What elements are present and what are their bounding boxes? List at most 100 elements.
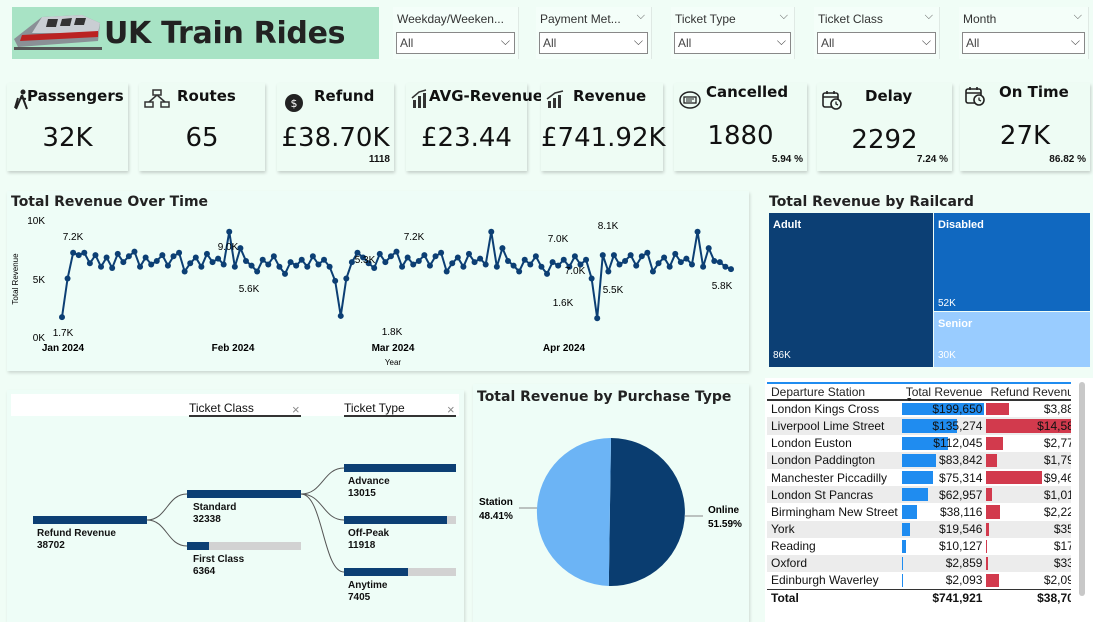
series-point[interactable] <box>382 259 389 266</box>
series-point[interactable] <box>192 254 199 261</box>
series-point[interactable] <box>109 264 116 271</box>
series-point[interactable] <box>505 257 511 264</box>
series-point[interactable] <box>521 256 528 263</box>
slicer-dropdown[interactable]: All ⌵ <box>962 32 1085 54</box>
series-point[interactable] <box>125 253 132 260</box>
series-point[interactable] <box>415 257 422 264</box>
table-scrollbar[interactable] <box>1079 382 1085 596</box>
series-point[interactable] <box>443 268 450 275</box>
table-row[interactable]: Edinburgh Waverley $2,093 $2,093 <box>767 572 1071 590</box>
series-point[interactable] <box>142 254 149 261</box>
series-point[interactable] <box>176 249 183 256</box>
table-row[interactable]: London St Pancras $62,957 $1,016 <box>767 486 1071 504</box>
series-point[interactable] <box>187 260 194 267</box>
series-point[interactable] <box>248 262 255 269</box>
series-point[interactable] <box>404 254 411 261</box>
series-point[interactable] <box>209 259 216 266</box>
series-point[interactable] <box>493 263 500 270</box>
series-point[interactable] <box>393 248 400 255</box>
column-header[interactable]: Refund Revenue <box>986 382 1071 402</box>
series-point[interactable] <box>649 268 656 275</box>
series-point[interactable] <box>231 263 238 270</box>
series-point[interactable] <box>549 259 556 266</box>
slicer-dropdown[interactable]: All ⌵ <box>539 32 648 54</box>
series-point[interactable] <box>309 253 316 260</box>
series-point[interactable] <box>98 263 105 270</box>
railcard-treemap[interactable]: Total Revenue by Railcard Adult 86K Disa… <box>765 191 1093 371</box>
series-point[interactable] <box>282 270 288 277</box>
table-row[interactable]: Liverpool Lime Street $135,274 $14,587 <box>767 417 1071 435</box>
series-point[interactable] <box>426 262 433 269</box>
treemap-tile-disabled[interactable]: Disabled 52K <box>934 213 1090 311</box>
column-header[interactable]: Departure Station <box>767 382 902 402</box>
series-point[interactable] <box>538 263 545 270</box>
slicer-payment-method[interactable]: Payment Met... ⌵ All ⌵ <box>536 7 652 59</box>
series-point[interactable] <box>583 256 590 263</box>
series-point[interactable] <box>449 260 456 267</box>
series-point[interactable] <box>75 252 82 259</box>
series-point[interactable] <box>482 261 489 268</box>
series-point[interactable] <box>237 245 244 252</box>
series-point[interactable] <box>471 259 478 266</box>
series-point[interactable] <box>560 256 567 263</box>
series-point[interactable] <box>276 263 283 270</box>
series-point[interactable] <box>315 261 322 268</box>
series-point[interactable] <box>622 257 629 264</box>
series-point[interactable] <box>477 255 484 262</box>
series-point[interactable] <box>137 263 144 270</box>
series-point[interactable] <box>633 262 640 269</box>
series-point[interactable] <box>326 263 333 270</box>
table-row[interactable]: York $19,546 $358 <box>767 520 1071 538</box>
series-point[interactable] <box>270 253 277 260</box>
series-point[interactable] <box>399 263 406 270</box>
series-point[interactable] <box>460 263 467 270</box>
series-point[interactable] <box>705 245 712 252</box>
table-row[interactable]: Manchester Piccadilly $75,314 $9,463 <box>767 468 1071 487</box>
series-point[interactable] <box>728 266 734 273</box>
series-point[interactable] <box>120 259 127 266</box>
slicer-ticket-type[interactable]: Ticket Type ⌵ All ⌵ <box>671 7 795 59</box>
series-point[interactable] <box>259 256 266 263</box>
series-point[interactable] <box>683 255 690 262</box>
series-point[interactable] <box>588 275 595 282</box>
series-point[interactable] <box>198 263 205 270</box>
revenue-over-time-chart[interactable]: Total Revenue Over Time 10K 5K 0K Total … <box>7 191 749 371</box>
series-point[interactable] <box>131 248 138 255</box>
series-point[interactable] <box>164 262 171 269</box>
series-point[interactable] <box>465 250 472 257</box>
slicer-dropdown[interactable]: All ⌵ <box>817 32 936 54</box>
column-header[interactable]: Total Revenue▼ <box>901 382 987 404</box>
series-point[interactable] <box>694 228 701 235</box>
series-point[interactable] <box>499 245 506 252</box>
slicer-ticket-class[interactable]: Ticket Class ⌵ All ⌵ <box>814 7 940 59</box>
series-point[interactable] <box>332 277 339 284</box>
series-point[interactable] <box>220 261 227 268</box>
series-point[interactable] <box>159 252 166 259</box>
series-point[interactable] <box>532 253 539 260</box>
series-point[interactable] <box>81 249 88 256</box>
treemap-tile-adult[interactable]: Adult 86K <box>769 213 933 367</box>
series-point[interactable] <box>376 250 383 257</box>
series-point[interactable] <box>688 261 695 268</box>
purchase-type-pie-chart[interactable]: Total Revenue by Purchase Type Online 51… <box>473 384 749 622</box>
slicer-dropdown[interactable]: All ⌵ <box>396 32 515 54</box>
series-point[interactable] <box>616 261 623 268</box>
series-point[interactable] <box>287 259 294 266</box>
series-point[interactable] <box>181 268 188 275</box>
slicer-month[interactable]: Month ⌵ All ⌵ <box>959 7 1089 59</box>
series-point[interactable] <box>170 253 177 260</box>
series-point[interactable] <box>293 262 300 269</box>
series-point[interactable] <box>64 275 71 282</box>
series-point[interactable] <box>510 262 517 269</box>
series-point[interactable] <box>421 252 428 259</box>
series-point[interactable] <box>304 263 311 270</box>
table-row[interactable]: London Paddington $83,842 $1,792 <box>767 451 1071 469</box>
decomposition-tree[interactable]: Ticket Class × Ticket Type × Refund Reve… <box>7 390 464 622</box>
series-point[interactable] <box>92 252 99 259</box>
series-point[interactable] <box>555 262 562 269</box>
series-point[interactable] <box>254 268 261 275</box>
series-point[interactable] <box>655 260 662 267</box>
series-point[interactable] <box>544 270 551 277</box>
table-row[interactable]: Oxford $2,859 $332 <box>767 554 1071 573</box>
treemap-tile-senior[interactable]: Senior 30K <box>934 312 1090 367</box>
